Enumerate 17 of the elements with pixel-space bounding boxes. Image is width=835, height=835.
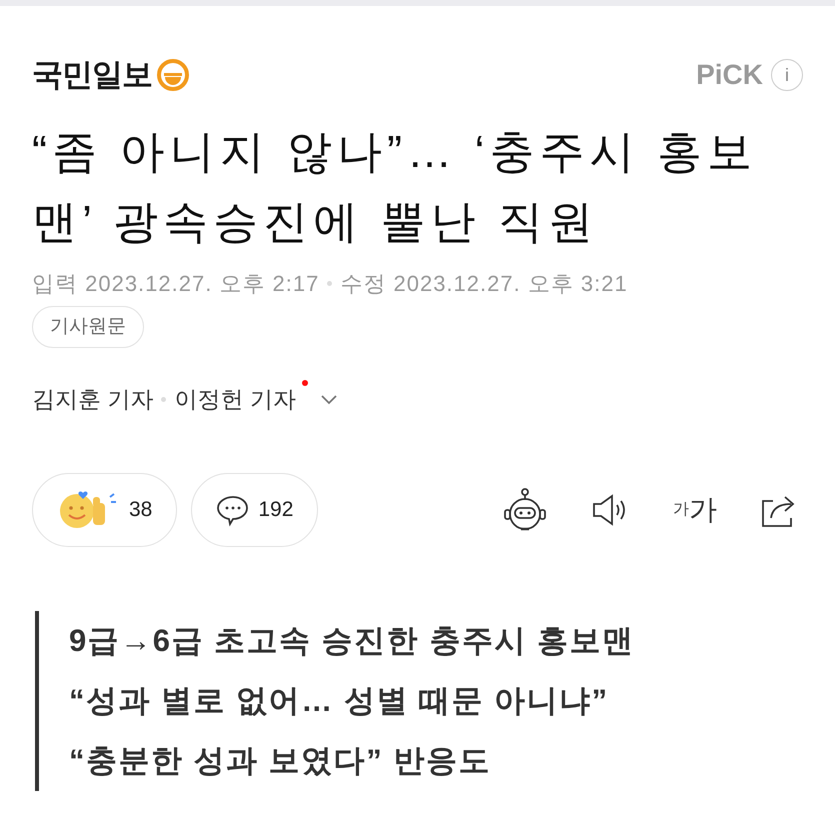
pick-label: PiCK [696,58,763,92]
summary-line: 9급→6급 초고속 승진한 충주시 홍보맨 [69,622,636,660]
chevron-down-icon[interactable] [320,393,338,406]
logo-text: 국민일보 [32,56,152,94]
reaction-button[interactable]: 192 [191,472,318,546]
logo-icon [156,58,190,92]
info-button[interactable]: i [771,59,803,92]
summary-line: “충분한 성과 보였다” 반응도 [69,742,492,780]
reaction-button[interactable]: 38 [32,472,178,546]
summary-line: “성과 별로 없어… 성별 때문 아니냐” [69,682,610,720]
date-label: 입력 2023.12.27. 오후 2:17 [32,270,320,298]
robot-icon[interactable] [501,486,549,534]
author-name[interactable]: 김지훈 기자 [32,382,154,416]
date-label: 수정 2023.12.27. 오후 3:21 [340,270,628,298]
author-name[interactable]: 이정헌 기자 [174,382,308,416]
headline: “좀 아니지 않나”… ‘충주시 홍보맨’ 광속승진에 뿔난 직원 [32,124,758,248]
original-article-button[interactable]: 기사원문 [32,306,144,348]
